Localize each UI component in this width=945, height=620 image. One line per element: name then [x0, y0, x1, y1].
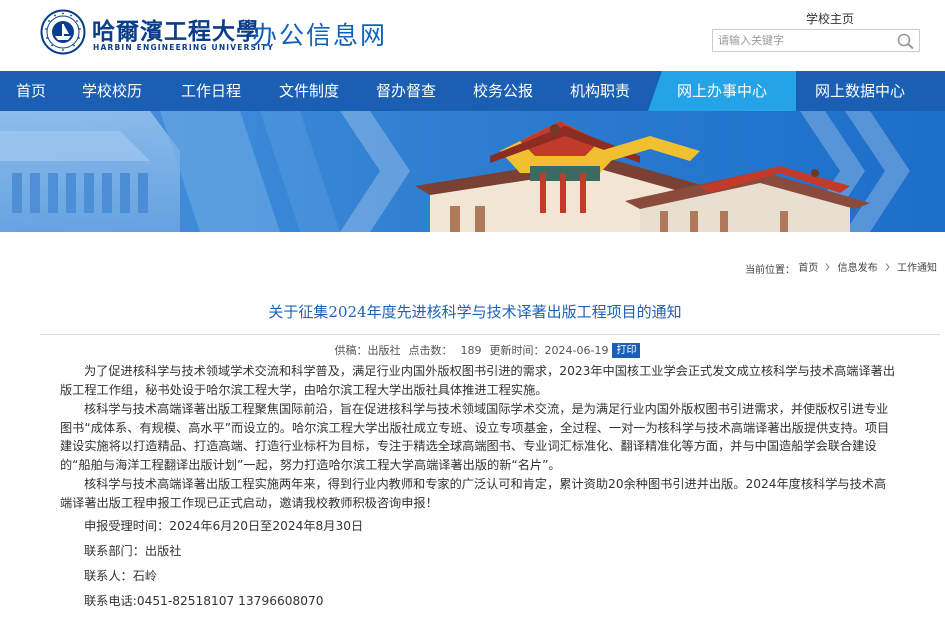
- site-header: 哈爾濱工程大學 HARBIN ENGINEERING UNIVERSITY 办公…: [0, 0, 945, 71]
- search-input[interactable]: [713, 30, 898, 51]
- article-meta: 供稿：出版社 点击数： 189 更新时间：2024-06-19 打印: [0, 342, 945, 358]
- chevron-right-icon: [885, 263, 890, 271]
- meta-updated-label: 更新时间：: [489, 344, 545, 357]
- breadcrumb-info-release[interactable]: 信息发布: [838, 263, 878, 274]
- nav-item-service-center[interactable]: 网上办事中心: [648, 71, 796, 111]
- nav-item-calendar[interactable]: 学校校历: [62, 71, 162, 111]
- nav-item-departments[interactable]: 机构职责: [552, 71, 648, 111]
- university-logo[interactable]: 哈爾濱工程大學 HARBIN ENGINEERING UNIVERSITY: [40, 9, 273, 55]
- university-seal-icon: [40, 9, 86, 55]
- contact-person: 联系人：石岭: [84, 569, 158, 583]
- article-title: 关于征集2024年度先进核科学与技术译著出版工程项目的通知: [268, 303, 682, 321]
- contact-department: 联系部门：出版社: [84, 544, 182, 558]
- title-divider: [40, 334, 940, 335]
- breadcrumb-work-notice[interactable]: 工作通知: [897, 263, 937, 274]
- university-name-cn: 哈爾濱工程大學: [92, 18, 260, 45]
- article-paragraph: 核科学与技术高端译著出版工程实施两年来，得到行业内教师和专家的广泛认可和肯定，累…: [60, 477, 887, 510]
- article-body: 为了促进核科学与技术领域学术交流和科学普及，满足行业内国外版权图书引进的需求，2…: [60, 362, 895, 612]
- meta-source: 出版社: [367, 344, 401, 357]
- print-button[interactable]: 打印: [612, 343, 641, 358]
- banner-image: [0, 111, 945, 232]
- article-paragraph: 核科学与技术高端译著出版工程聚焦国际前沿，旨在促进核科学与技术领域国际学术交流，…: [60, 402, 890, 472]
- nav-item-data-center[interactable]: 网上数据中心: [796, 71, 924, 111]
- campus-building-illustration: [0, 111, 945, 232]
- breadcrumb-prefix: 当前位置：: [745, 264, 796, 276]
- nav-item-supervision[interactable]: 督办督查: [358, 71, 454, 111]
- site-title: 办公信息网: [252, 21, 388, 50]
- meta-clicks-label: 点击数：: [408, 344, 453, 357]
- nav-item-schedule[interactable]: 工作日程: [162, 71, 260, 111]
- search-box: [712, 29, 920, 52]
- search-icon[interactable]: [896, 32, 916, 50]
- breadcrumb: 当前位置： 首页 信息发布 工作通知: [745, 259, 937, 276]
- main-nav: 首页 学校校历 工作日程 文件制度 督办督查 校务公报 机构职责 网上办事中心 …: [0, 71, 945, 111]
- chevron-right-icon: [826, 263, 831, 271]
- breadcrumb-home[interactable]: 首页: [798, 263, 818, 274]
- meta-clicks: 189: [460, 344, 482, 357]
- school-homepage-link[interactable]: 学校主页: [806, 10, 854, 27]
- meta-source-label: 供稿：: [334, 344, 368, 357]
- meta-updated: 2024-06-19: [544, 344, 609, 357]
- nav-item-bulletin[interactable]: 校务公报: [454, 71, 552, 111]
- contact-phone: 联系电话:0451-82518107 13796608070: [84, 594, 324, 608]
- university-name-en: HARBIN ENGINEERING UNIVERSITY: [93, 43, 275, 52]
- nav-item-documents[interactable]: 文件制度: [260, 71, 358, 111]
- nav-item-home[interactable]: 首页: [0, 71, 62, 111]
- article-paragraph: 为了促进核科学与技术领域学术交流和科学普及，满足行业内国外版权图书引进的需求，2…: [60, 364, 896, 397]
- application-period: 申报受理时间：2024年6月20日至2024年8月30日: [84, 519, 364, 533]
